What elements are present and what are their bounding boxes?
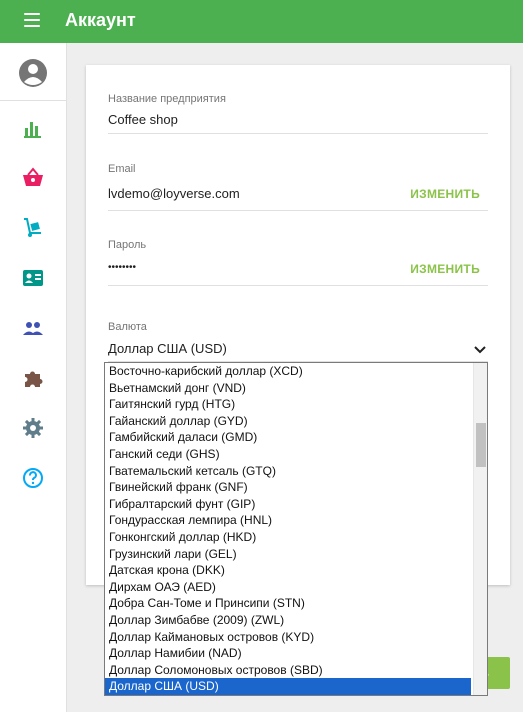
currency-option[interactable]: Гонконгский доллар (HKD) [105, 529, 471, 546]
currency-options: Восточно-карибский доллар (XCD) Вьетнамск… [105, 363, 487, 695]
settings-gear-icon[interactable] [21, 416, 45, 440]
email-value: lvdemo@loyverse.com [108, 186, 240, 201]
currency-option[interactable]: Добра Сан-Томе и Принсипи (STN) [105, 595, 471, 612]
page-title: Аккаунт [65, 10, 136, 30]
currency-option[interactable]: Гондурасская лемпира (HNL) [105, 512, 471, 529]
currency-option[interactable]: Доллар Каймановых островов (KYD) [105, 629, 471, 646]
email-label: Email [108, 163, 136, 175]
sidebar-avatar[interactable] [0, 43, 66, 101]
currency-option[interactable]: Гватемальский кетсаль (GTQ) [105, 463, 471, 480]
currency-option[interactable]: Доллар Намибии (NAD) [105, 645, 471, 662]
change-email-button[interactable]: ИЗМЕНИТЬ [410, 187, 480, 201]
inventory-dolly-icon[interactable] [21, 216, 45, 240]
customers-icon[interactable] [21, 316, 45, 340]
currency-option[interactable]: Доллар Соломоновых островов (SBD) [105, 662, 471, 679]
currency-select[interactable]: Доллар США (USD) [108, 341, 227, 356]
dropdown-scrollbar[interactable] [473, 363, 487, 695]
menu-icon[interactable] [24, 13, 40, 29]
currency-option[interactable]: Гибралтарский фунт (GIP) [105, 496, 471, 513]
password-label: Пароль [108, 239, 147, 251]
currency-option[interactable]: Датская крона (DKK) [105, 562, 471, 579]
currency-option[interactable]: Восточно-карибский доллар (XCD) [105, 363, 471, 380]
currency-option[interactable]: Дирхам ОАЭ (AED) [105, 579, 471, 596]
currency-option[interactable]: Ганский седи (GHS) [105, 446, 471, 463]
password-underline [108, 285, 488, 286]
business-name-input[interactable]: Coffee shop [108, 112, 178, 127]
chevron-down-icon[interactable] [474, 346, 486, 354]
integrations-puzzle-icon[interactable] [21, 366, 45, 390]
scrollbar-thumb[interactable] [476, 423, 486, 467]
password-value: •••••••• [108, 262, 137, 273]
app-header: Аккаунт [0, 0, 523, 43]
sidebar [0, 43, 67, 712]
currency-option[interactable]: Доллар Зимбабве (2009) (ZWL) [105, 612, 471, 629]
change-password-button[interactable]: ИЗМЕНИТЬ [410, 262, 480, 276]
email-underline [108, 210, 488, 211]
currency-option[interactable]: Гвинейский франк (GNF) [105, 479, 471, 496]
currency-option[interactable]: Гаитянский гурд (HTG) [105, 396, 471, 413]
items-basket-icon[interactable] [21, 166, 45, 190]
currency-option[interactable]: Грузинский лари (GEL) [105, 546, 471, 563]
currency-option[interactable]: Вьетнамский донг (VND) [105, 380, 471, 397]
currency-label: Валюта [108, 321, 147, 333]
reports-icon[interactable] [21, 116, 45, 140]
account-circle-icon[interactable] [18, 58, 48, 88]
employees-card-icon[interactable] [21, 266, 45, 290]
currency-option[interactable]: Гамбийский даласи (GMD) [105, 429, 471, 446]
currency-option[interactable]: Гайанский доллар (GYD) [105, 413, 471, 430]
business-name-label: Название предприятия [108, 93, 226, 105]
help-icon[interactable] [21, 466, 45, 490]
currency-option[interactable]: Доллар США (USD) [105, 678, 471, 695]
business-name-underline [108, 133, 488, 134]
currency-dropdown-list[interactable]: Восточно-карибский доллар (XCD) Вьетнамск… [104, 362, 488, 696]
